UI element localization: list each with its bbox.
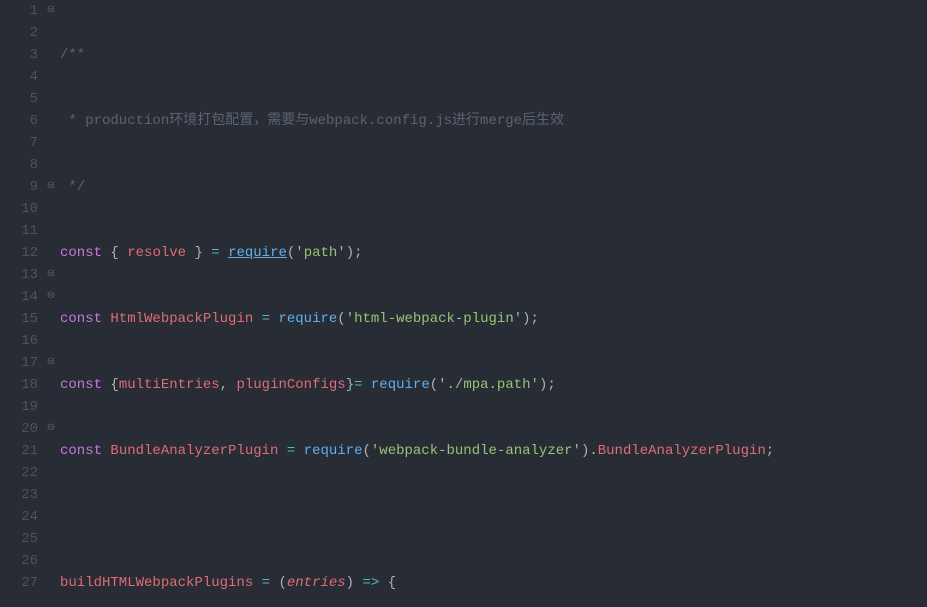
code-area[interactable]: /** * production环境打包配置，需要与webpack.config… — [58, 0, 927, 607]
fold-gutter: ⊖ ⊖ ⊖ ⊖ ⊖ ⊖ — [44, 0, 58, 607]
line-number: 24 — [0, 506, 38, 528]
fold-toggle-icon[interactable]: ⊖ — [44, 0, 58, 22]
line-number: 9 — [0, 176, 38, 198]
line-number: 20 — [0, 418, 38, 440]
line-number: 6 — [0, 110, 38, 132]
code-editor[interactable]: 1 2 3 4 5 6 7 8 9 10 11 12 13 14 15 16 1… — [0, 0, 927, 607]
code-line[interactable]: const {multiEntries, pluginConfigs}= req… — [60, 374, 927, 396]
line-number: 23 — [0, 484, 38, 506]
line-number: 26 — [0, 550, 38, 572]
line-number: 8 — [0, 154, 38, 176]
fold-toggle-icon[interactable]: ⊖ — [44, 418, 58, 440]
fold-toggle-icon[interactable]: ⊖ — [44, 264, 58, 286]
line-number: 7 — [0, 132, 38, 154]
line-number: 12 — [0, 242, 38, 264]
code-line[interactable]: */ — [60, 176, 927, 198]
line-number: 3 — [0, 44, 38, 66]
line-number: 4 — [0, 66, 38, 88]
fold-toggle-icon[interactable]: ⊖ — [44, 176, 58, 198]
line-number: 21 — [0, 440, 38, 462]
line-number: 19 — [0, 396, 38, 418]
line-number-gutter: 1 2 3 4 5 6 7 8 9 10 11 12 13 14 15 16 1… — [0, 0, 44, 607]
line-number: 14 — [0, 286, 38, 308]
line-number: 16 — [0, 330, 38, 352]
line-number: 25 — [0, 528, 38, 550]
line-number: 5 — [0, 88, 38, 110]
fold-toggle-icon[interactable]: ⊖ — [44, 352, 58, 374]
line-number: 10 — [0, 198, 38, 220]
line-number: 15 — [0, 308, 38, 330]
line-number: 22 — [0, 462, 38, 484]
line-number: 2 — [0, 22, 38, 44]
line-number: 27 — [0, 572, 38, 594]
code-line[interactable]: * production环境打包配置，需要与webpack.config.js进… — [60, 110, 927, 132]
fold-toggle-icon[interactable]: ⊖ — [44, 286, 58, 308]
line-number: 13 — [0, 264, 38, 286]
code-line[interactable]: buildHTMLWebpackPlugins = (entries) => { — [60, 572, 927, 594]
code-line[interactable]: const HtmlWebpackPlugin = require('html-… — [60, 308, 927, 330]
line-number: 17 — [0, 352, 38, 374]
line-number: 18 — [0, 374, 38, 396]
code-line[interactable] — [60, 506, 927, 528]
line-number: 11 — [0, 220, 38, 242]
code-line[interactable]: const { resolve } = require('path'); — [60, 242, 927, 264]
code-line[interactable]: /** — [60, 44, 927, 66]
line-number: 1 — [0, 0, 38, 22]
code-line[interactable]: const BundleAnalyzerPlugin = require('we… — [60, 440, 927, 462]
